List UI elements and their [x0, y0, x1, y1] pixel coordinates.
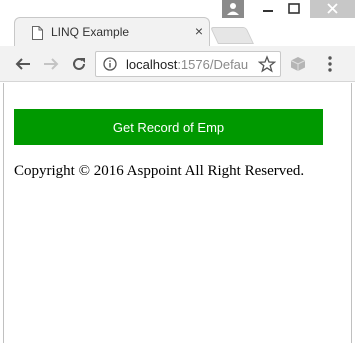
kebab-menu-icon[interactable]: [326, 55, 334, 73]
address-bar[interactable]: localhost:1576/Defau: [95, 51, 281, 77]
user-icon[interactable]: [222, 0, 244, 18]
get-record-button[interactable]: Get Record of Emp: [14, 109, 323, 145]
title-bar: LINQ Example ×: [0, 0, 355, 47]
close-icon[interactable]: [310, 0, 355, 18]
url-text[interactable]: localhost:1576/Defau: [126, 57, 252, 73]
tab-title: LINQ Example: [51, 25, 130, 39]
arrow-right-icon[interactable]: [42, 55, 60, 73]
browser-tab[interactable]: LINQ Example ×: [14, 17, 210, 47]
star-icon[interactable]: [258, 55, 276, 73]
page-content: Get Record of Emp Copyright © 2016 Asppo…: [4, 83, 351, 343]
copyright-text: Copyright © 2016 Asppoint All Right Rese…: [14, 163, 305, 179]
tab-close-icon[interactable]: ×: [192, 22, 206, 40]
info-icon[interactable]: [103, 57, 117, 71]
browser-toolbar: localhost:1576/Defau: [0, 46, 355, 82]
browser-window: LINQ Example × localhost:1576/Defau Get …: [0, 0, 355, 343]
extension-icon[interactable]: [289, 56, 307, 72]
page-icon: [32, 26, 43, 40]
maximize-icon[interactable]: [281, 0, 307, 18]
arrow-left-icon[interactable]: [14, 55, 32, 73]
window-border-right: [351, 83, 352, 343]
url-host: localhost: [126, 57, 178, 72]
reload-icon[interactable]: [70, 55, 88, 73]
url-path: :1576/Defau: [177, 57, 249, 72]
minimize-icon[interactable]: [255, 0, 281, 18]
new-tab-button[interactable]: [210, 27, 254, 44]
